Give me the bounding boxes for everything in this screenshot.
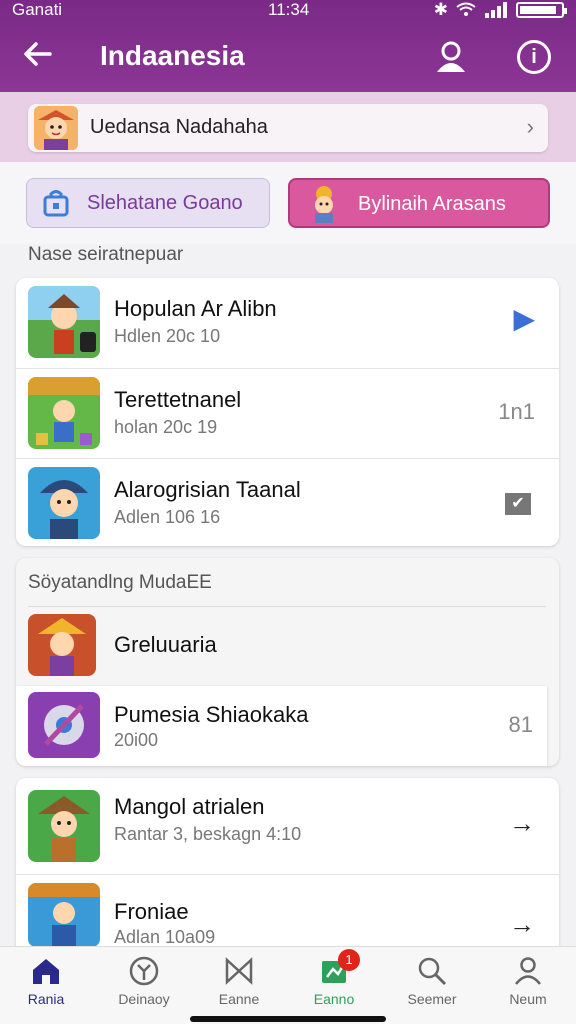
account-name: Uedansa Nadahaha	[90, 116, 268, 138]
user-icon	[437, 41, 465, 72]
info-icon: i	[531, 46, 537, 68]
list-card: Mangol atrialen Rantar 3, beskagn 4:10 →…	[16, 778, 559, 946]
profile-icon	[515, 957, 541, 985]
nav-item-discover[interactable]: Deinaoy	[104, 955, 184, 1015]
home-indicator[interactable]	[190, 1016, 386, 1022]
signal-icon	[485, 2, 507, 18]
secondary-action-label: Bylinaih Arasans	[358, 193, 506, 215]
status-bar: Ganati 11:34 ✱	[0, 0, 576, 22]
chevron-right-icon: ›	[526, 114, 534, 139]
character-icon	[315, 186, 333, 223]
item-subtitle: holan 20c 19	[114, 417, 218, 437]
app-header: Ganati 11:34 ✱ Indaanesia i	[0, 0, 576, 92]
nav-label: Seemer	[407, 991, 457, 1007]
checkbox-icon[interactable]: ✔	[505, 493, 531, 515]
item-subtitle: Adlen 106 16	[114, 507, 221, 527]
bottom-nav: Rania Deinaoy Eanne 1 Eanno Seemer Neum	[0, 946, 576, 1024]
item-subtitle: Rantar 3, beskagn 4:10	[114, 824, 302, 844]
clock-label: 11:34	[268, 0, 310, 19]
search-icon	[418, 957, 447, 986]
item-subtitle: Hdlen 20c 10	[114, 326, 221, 346]
carrier-label: Ganati	[12, 0, 63, 19]
page-title: Indaanesia	[100, 40, 245, 71]
play-icon[interactable]: ▶	[513, 302, 535, 335]
notification-badge: 1	[338, 949, 360, 971]
list-item[interactable]: Terettetnanel holan 20c 19 1n1	[16, 368, 559, 458]
item-title: Terettetnanel	[114, 387, 242, 412]
list-item[interactable]: Pumesia Shiaokaka 20i00 81	[16, 686, 547, 766]
bowtie-icon	[225, 957, 253, 985]
compass-icon	[129, 956, 159, 986]
item-count: 1n1	[498, 399, 535, 424]
nav-label: Deinaoy	[118, 991, 170, 1007]
item-subtitle: Adlan 10a09	[114, 927, 216, 946]
arrow-left-icon	[24, 42, 52, 66]
item-title: Mangol atrialen	[114, 794, 265, 819]
nav-item-profile[interactable]: Neum	[488, 955, 568, 1015]
item-title: Pumesia Shiaokaka	[114, 702, 309, 727]
secondary-action-button[interactable]: Bylinaih Arasans	[288, 178, 550, 228]
nav-label: Eanno	[313, 991, 355, 1007]
nav-item-games[interactable]: Eanne	[199, 955, 279, 1015]
home-icon	[33, 959, 59, 984]
item-count: 81	[508, 712, 533, 737]
wifi-icon	[456, 2, 476, 16]
list-item[interactable]: Hopulan Ar Alibn Hdlen 20c 10 ▶	[16, 278, 559, 368]
nav-label: Eanne	[218, 991, 260, 1007]
list-item[interactable]: Mangol atrialen Rantar 3, beskagn 4:10 →	[16, 778, 559, 874]
game-thumbnail	[28, 467, 100, 539]
divider	[28, 606, 546, 607]
avatar	[34, 106, 78, 150]
list-card: Hopulan Ar Alibn Hdlen 20c 10 ▶ Terettet…	[16, 278, 559, 546]
battery-icon	[516, 2, 567, 18]
section-card: Söyatandlng MudaEE Greluuaria Pumesia Sh…	[16, 558, 559, 766]
nav-item-home[interactable]: Rania	[6, 955, 86, 1015]
account-button[interactable]	[434, 40, 468, 74]
game-thumbnail	[28, 692, 100, 758]
item-title: Alarogrisian Taanal	[114, 477, 301, 502]
account-selector[interactable]: Uedansa Nadahaha ›	[28, 104, 548, 152]
bag-icon	[43, 190, 69, 217]
nav-label: Rania	[27, 991, 65, 1007]
primary-action-label: Slehatane Goano	[87, 192, 243, 214]
game-thumbnail	[28, 614, 96, 676]
item-title: Hopulan Ar Alibn	[114, 296, 277, 321]
arrow-right-icon[interactable]: →	[509, 808, 535, 839]
game-thumbnail	[28, 286, 100, 358]
game-thumbnail	[28, 377, 100, 449]
list-item[interactable]: Froniae Adlan 10a09 →	[16, 874, 559, 946]
arrow-right-icon[interactable]: →	[509, 909, 535, 940]
item-subtitle: 20i00	[114, 730, 159, 750]
list-item[interactable]: Alarogrisian Taanal Adlen 106 16 ✔	[16, 458, 559, 546]
section-header: Nase seiratnepuar	[28, 244, 184, 265]
primary-action-button[interactable]: Slehatane Goano	[26, 178, 270, 228]
game-thumbnail	[28, 790, 100, 862]
status-icons: ✱	[433, 0, 567, 20]
item-title: Froniae	[114, 899, 189, 924]
back-button[interactable]	[22, 38, 54, 74]
item-title: Greluuaria	[114, 632, 217, 657]
nav-label: Neum	[509, 991, 547, 1007]
nav-item-events[interactable]: 1 Eanno	[294, 949, 374, 1015]
info-button[interactable]: i	[517, 40, 551, 74]
game-thumbnail	[28, 883, 100, 946]
section-header: Söyatandlng MudaEE	[28, 572, 212, 593]
nav-item-search[interactable]: Seemer	[392, 955, 472, 1015]
list-item[interactable]: Greluuaria	[16, 608, 559, 684]
bluetooth-icon: ✱	[433, 0, 448, 19]
